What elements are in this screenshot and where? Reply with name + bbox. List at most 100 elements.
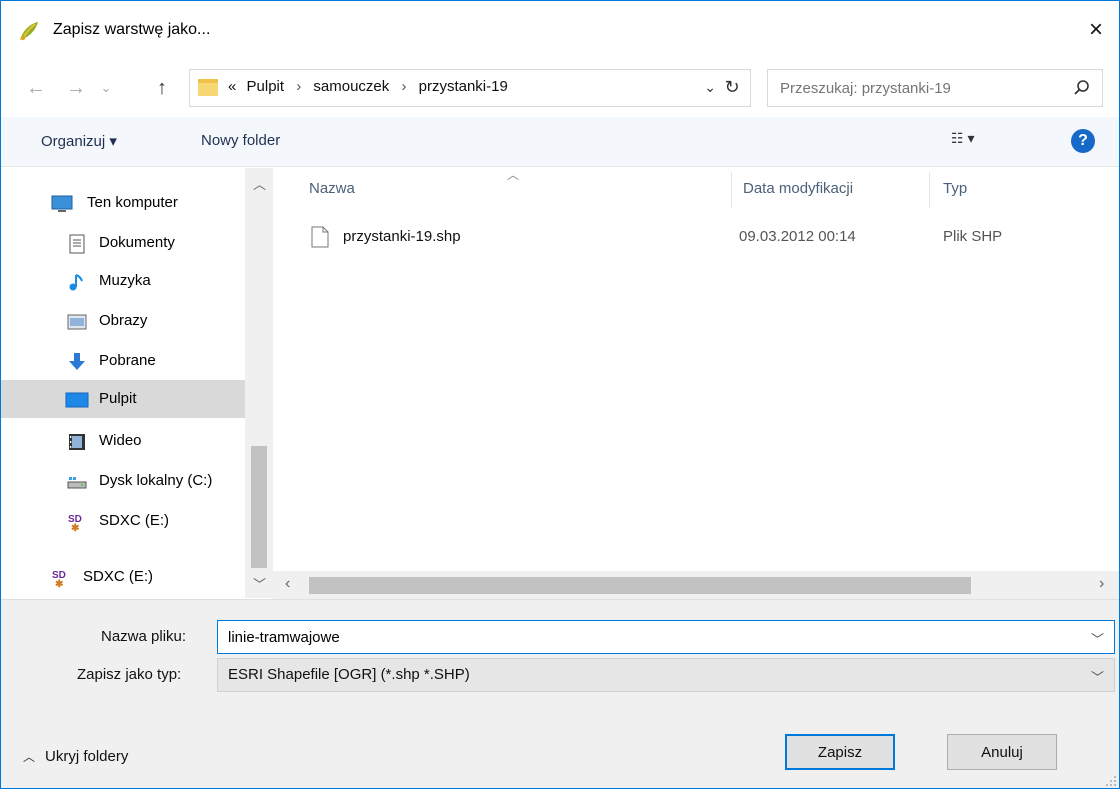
sidebar-item-label: Dokumenty xyxy=(99,234,175,251)
address-row: ← → ⌄ ↑ « Pulpit › samouczek › przystank… xyxy=(1,63,1119,113)
hide-folders-toggle[interactable]: ︿ Ukryj foldery xyxy=(23,748,128,765)
svg-text:✱: ✱ xyxy=(71,523,80,532)
sidebar-item-muzyka[interactable]: Muzyka xyxy=(1,262,245,300)
sidebar-item-pobrane[interactable]: Pobrane xyxy=(1,342,245,380)
breadcrumb-samouczek[interactable]: samouczek xyxy=(313,78,389,95)
sidebar-item-ten-komputer[interactable]: Ten komputer xyxy=(1,184,245,222)
folder-icon xyxy=(198,79,218,96)
column-header-type[interactable]: Typ xyxy=(943,180,967,197)
file-date: 09.03.2012 00:14 xyxy=(739,228,856,245)
desktop-icon xyxy=(65,392,89,408)
close-button[interactable]: × xyxy=(1073,7,1119,53)
sidebar-item-label: SDXC (E:) xyxy=(99,512,170,529)
sidebar-item-label: Muzyka xyxy=(99,272,151,289)
pictures-icon xyxy=(67,314,87,330)
breadcrumb-separator-icon: › xyxy=(401,78,407,95)
scroll-down-icon[interactable]: ﹀ xyxy=(253,574,266,593)
computer-icon xyxy=(51,195,73,212)
sidebar-item-dysk-lokalny[interactable]: Dysk lokalny (C:) xyxy=(1,462,245,500)
scroll-left-icon[interactable]: ‹ xyxy=(285,575,290,593)
search-icon[interactable] xyxy=(1072,78,1092,98)
breadcrumb: « Pulpit › samouczek › przystanki-19 xyxy=(228,78,508,95)
back-arrow-icon: ← xyxy=(26,76,46,99)
column-header-date[interactable]: Data modyfikacji xyxy=(743,180,853,197)
column-header-name[interactable]: Nazwa xyxy=(309,180,355,197)
sidebar-item-label: Obrazy xyxy=(99,312,148,329)
search-box[interactable] xyxy=(767,69,1103,107)
forward-button[interactable]: → xyxy=(61,71,91,105)
resize-grip-icon[interactable] xyxy=(1105,775,1117,787)
scroll-right-icon[interactable]: › xyxy=(1099,575,1104,593)
sidebar-item-wideo[interactable]: Wideo xyxy=(1,422,245,460)
filename-label: Nazwa pliku: xyxy=(101,628,187,645)
file-list: ︿ Nazwa Data modyfikacji Typ przystanki-… xyxy=(273,168,1119,599)
forward-arrow-icon: → xyxy=(66,76,86,99)
sidebar-item-label: Ten komputer xyxy=(87,194,178,211)
title-bar: Zapisz warstwę jako... × xyxy=(1,1,1119,57)
save-button[interactable]: Zapisz xyxy=(785,734,895,770)
sidebar-item-sdxc[interactable]: SD ✱ SDXC (E:) xyxy=(1,502,245,540)
breadcrumb-przystanki[interactable]: przystanki-19 xyxy=(419,78,508,95)
view-options-icon[interactable]: ☷ ▾ xyxy=(951,130,1021,154)
sidebar-item-label: SDXC (E:) xyxy=(83,568,154,585)
drive-icon xyxy=(67,477,87,489)
column-divider[interactable] xyxy=(929,172,930,208)
search-input[interactable] xyxy=(768,70,1058,106)
address-dropdown-icon[interactable]: ⌄ xyxy=(704,79,716,96)
filename-input[interactable] xyxy=(218,621,1068,653)
hide-folders-label: Ukryj foldery xyxy=(45,748,129,765)
window-title: Zapisz warstwę jako... xyxy=(53,21,211,38)
chevron-down-icon: ⌄ xyxy=(100,80,112,95)
scroll-up-icon[interactable]: ︿ xyxy=(253,174,266,193)
sidebar-item-pulpit[interactable]: Pulpit xyxy=(1,380,245,418)
help-icon[interactable]: ? xyxy=(1071,129,1095,153)
file-name: przystanki-19.shp xyxy=(343,228,461,245)
music-icon xyxy=(69,274,83,291)
sd-card-icon: SD✱ xyxy=(68,514,82,532)
chevron-down-icon[interactable]: ﹀ xyxy=(1091,629,1104,648)
filetype-select[interactable]: ESRI Shapefile [OGR] (*.shp *.SHP) ﹀ xyxy=(217,658,1115,692)
sidebar-item-obrazy[interactable]: Obrazy xyxy=(1,302,245,340)
back-button[interactable]: ← xyxy=(21,71,51,105)
new-folder-button[interactable]: Nowy folder xyxy=(201,132,280,149)
downloads-icon xyxy=(69,353,85,370)
chevron-up-icon: ︿ xyxy=(23,750,36,764)
sidebar-item-sdxc-root[interactable]: SD ✱ SDXC (E:) xyxy=(1,558,245,596)
file-type: Plik SHP xyxy=(943,228,1003,245)
scrollbar-thumb[interactable] xyxy=(251,446,267,568)
sidebar-item-label: Pulpit xyxy=(99,390,137,407)
up-arrow-icon: ↑ xyxy=(157,76,167,99)
qgis-icon xyxy=(20,22,38,41)
save-form: Nazwa pliku: ﹀ Zapisz jako typ: ESRI Sha… xyxy=(1,599,1119,788)
address-bar[interactable]: « Pulpit › samouczek › przystanki-19 ⌄ ↻ xyxy=(189,69,751,107)
breadcrumb-separator-icon: › xyxy=(296,78,302,95)
sidebar-item-label: Dysk lokalny (C:) xyxy=(99,472,213,489)
navigation-pane: Ten komputer Dokumenty Muzyka Obrazy Pob… xyxy=(1,168,273,598)
column-divider[interactable] xyxy=(731,172,732,208)
filetype-value: ESRI Shapefile [OGR] (*.shp *.SHP) xyxy=(228,666,470,683)
cancel-button[interactable]: Anuluj xyxy=(947,734,1057,770)
filename-combobox[interactable]: ﹀ xyxy=(217,620,1115,654)
sidebar-item-label: Pobrane xyxy=(99,352,156,369)
horizontal-scrollbar[interactable]: ‹ › xyxy=(273,571,1119,599)
chevron-down-icon[interactable]: ﹀ xyxy=(1091,667,1104,686)
sidebar-item-label: Wideo xyxy=(99,432,142,449)
refresh-icon[interactable]: ↻ xyxy=(720,77,744,101)
breadcrumb-pulpit[interactable]: Pulpit xyxy=(247,78,285,95)
filetype-label: Zapisz jako typ: xyxy=(77,666,182,683)
nav-scrollbar[interactable]: ︿ ﹀ xyxy=(245,168,273,598)
up-button[interactable]: ↑ xyxy=(147,71,177,105)
video-icon xyxy=(69,434,85,450)
sort-ascending-icon: ︿ xyxy=(507,168,520,182)
sd-card-icon: SD✱ xyxy=(52,570,66,588)
breadcrumb-overflow[interactable]: « xyxy=(228,78,236,95)
file-row[interactable]: przystanki-19.shp 09.03.2012 00:14 Plik … xyxy=(301,220,1101,254)
organize-menu[interactable]: Organizuj ▾ xyxy=(41,132,117,150)
sidebar-item-dokumenty[interactable]: Dokumenty xyxy=(1,224,245,262)
svg-text:✱: ✱ xyxy=(55,579,64,588)
documents-icon xyxy=(69,234,85,254)
recent-locations-button[interactable]: ⌄ xyxy=(95,71,117,105)
scrollbar-thumb[interactable] xyxy=(309,577,971,594)
save-dialog: Zapisz warstwę jako... × ← → ⌄ ↑ « Pulpi… xyxy=(0,0,1120,789)
close-icon: × xyxy=(1088,16,1103,43)
